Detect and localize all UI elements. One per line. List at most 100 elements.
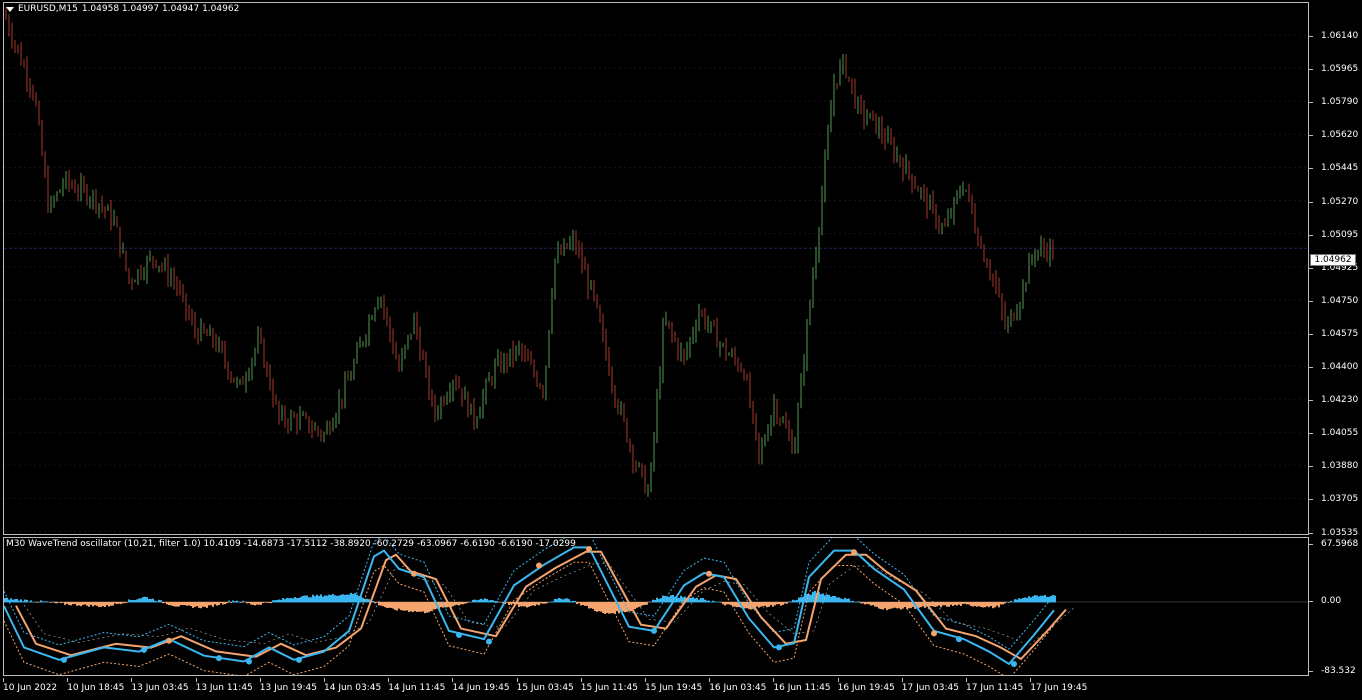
histogram-bar (762, 601, 764, 607)
time-axis-tick (1030, 678, 1032, 682)
oscillator-title: M30 WaveTrend oscillator (10,21, filter … (6, 539, 576, 549)
time-axis[interactable]: 10 Jun 2022 10 Jun 18:45 13 Jun 03:45 13 Ju… (0, 678, 1362, 700)
histogram-bar (412, 601, 414, 613)
histogram-bar (1054, 595, 1056, 603)
histogram-bar (906, 601, 908, 609)
histogram-bar (498, 601, 500, 603)
time-axis-label: 13 Jun 19:45 (259, 683, 317, 693)
histogram-bar (248, 601, 250, 604)
time-axis-tick (580, 678, 582, 682)
histogram-bar (866, 601, 868, 604)
histogram-bar (284, 599, 286, 603)
histogram-bar (976, 601, 978, 607)
histogram-bar (178, 601, 180, 607)
histogram-bar (234, 601, 236, 603)
histogram-bar (948, 601, 950, 607)
oscillator-axis[interactable]: 67.5968 0.00 -83.532 (1309, 537, 1362, 676)
histogram-bar (836, 597, 838, 603)
histogram-bar (784, 601, 786, 604)
histogram-bar (1022, 598, 1024, 603)
price-axis-tick (1309, 333, 1313, 335)
histogram-bar (400, 601, 402, 611)
histogram-bar (696, 597, 698, 603)
histogram-bar (142, 597, 144, 603)
histogram-bar (182, 601, 184, 606)
histogram-bar (886, 601, 888, 611)
histogram-bar (406, 601, 408, 611)
histogram-bar (50, 601, 52, 603)
cross-dot (486, 638, 492, 645)
histogram-bar (330, 594, 332, 603)
histogram-bar (908, 601, 910, 609)
oscillator-pane[interactable] (3, 537, 1309, 676)
histogram-bar (862, 601, 864, 604)
osc-axis-label: 0.00 (1321, 596, 1342, 606)
histogram-bar (460, 601, 462, 605)
histogram-bar (822, 593, 824, 603)
histogram-bar (230, 601, 232, 603)
histogram-bar (220, 601, 222, 604)
histogram-bar (494, 600, 496, 603)
histogram-bar (1026, 597, 1028, 603)
histogram-bar (566, 598, 568, 603)
histogram-bar (20, 599, 22, 603)
histogram-bar (452, 601, 454, 607)
histogram-bar (528, 601, 530, 607)
histogram-bar (768, 601, 770, 607)
price-axis-tick (1309, 267, 1313, 269)
chart-menu-triangle-icon[interactable] (6, 6, 14, 12)
cross-dot (166, 637, 172, 644)
price-axis-label: 1.05445 (1321, 163, 1359, 174)
histogram-bar (700, 597, 702, 603)
histogram-bar (588, 601, 590, 609)
histogram-bar (642, 601, 644, 606)
histogram-bar (466, 601, 468, 604)
histogram-bar (798, 597, 800, 603)
histogram-bar (342, 594, 344, 603)
histogram-bar (842, 599, 844, 603)
histogram-bar (958, 601, 960, 605)
histogram-bar (536, 601, 538, 605)
histogram-bar (858, 601, 860, 603)
histogram-bar (538, 601, 540, 606)
histogram-bar (334, 595, 336, 603)
histogram-bar (548, 601, 550, 603)
histogram-bar (692, 597, 694, 603)
histogram-bar (1024, 597, 1026, 603)
histogram-bar (276, 599, 278, 603)
histogram-bar (150, 598, 152, 603)
price-axis[interactable]: 1.06140 1.05965 1.05790 1.05620 1.05445 1.052… (1309, 2, 1362, 538)
price-chart-pane[interactable] (3, 2, 1309, 535)
histogram-bar (236, 600, 238, 603)
histogram-bar (38, 601, 40, 603)
histogram-bar (64, 601, 66, 605)
histogram-bar (346, 594, 348, 603)
histogram-bar (766, 601, 768, 608)
wavetrend-oscillator[interactable] (4, 538, 1308, 675)
histogram-bar (888, 601, 890, 610)
histogram-bar (290, 598, 292, 603)
histogram-bar (296, 598, 298, 603)
price-axis-tick (1309, 532, 1313, 534)
candlestick-chart[interactable] (4, 3, 1308, 534)
time-axis-tick (516, 678, 518, 682)
histogram-bar (92, 601, 94, 607)
histogram-bar (228, 600, 230, 603)
histogram-bar (1034, 595, 1036, 603)
histogram-bar (308, 597, 310, 603)
histogram-bar (518, 601, 520, 608)
histogram-bar (710, 601, 712, 603)
histogram-bar (106, 601, 108, 606)
histogram-bar (362, 597, 364, 603)
time-axis-label: 17 Jun 03:45 (901, 683, 959, 693)
histogram-bar (610, 601, 612, 614)
histogram-bar (264, 601, 266, 603)
histogram-bar (242, 600, 244, 603)
histogram-bar (18, 600, 20, 603)
histogram-bar (76, 601, 78, 606)
histogram-bar (1038, 596, 1040, 603)
histogram-bar (124, 601, 126, 604)
histogram-bar (326, 595, 328, 603)
histogram-bar (80, 601, 82, 607)
histogram-bar (998, 601, 1000, 608)
